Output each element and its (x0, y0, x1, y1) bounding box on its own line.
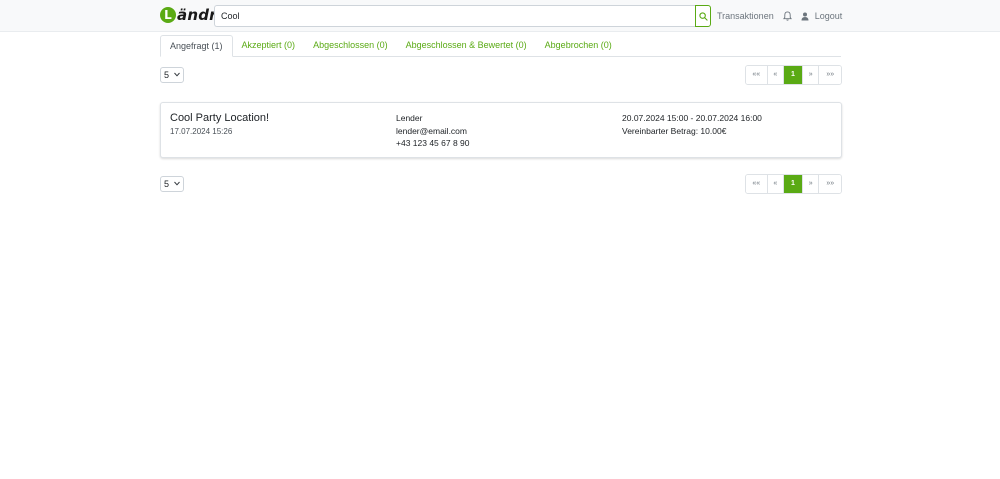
chevron-down-icon (174, 72, 180, 77)
pagination-prev-button[interactable]: « (767, 175, 785, 193)
nav-transactions-link[interactable]: Transaktionen (717, 11, 774, 21)
booking-period: 20.07.2024 15:00 - 20.07.2024 16:00 (622, 113, 762, 123)
page-size-value: 5 (164, 70, 170, 80)
page-size-select[interactable]: 5 (160, 67, 184, 83)
navbar: L ändr Transaktionen Logout (0, 0, 1000, 32)
logo[interactable]: L ändr (160, 6, 217, 24)
logo-text: ändr (177, 6, 217, 24)
pagination-next-button[interactable]: » (802, 175, 820, 193)
listing-title: Cool Party Location! (170, 112, 270, 124)
lender-phone: +43 123 45 67 8 90 (396, 138, 470, 148)
user-icon[interactable] (801, 12, 809, 21)
search-bar (214, 5, 711, 27)
logo-mark: L (160, 7, 176, 23)
transaction-card[interactable]: Cool Party Location! 17.07.2024 15:26 Le… (160, 102, 842, 158)
pagination-page-1[interactable]: 1 (784, 66, 803, 84)
tab-akzeptiert[interactable]: Akzeptiert (0) (233, 35, 305, 57)
pagination-first-button[interactable]: «« (746, 175, 768, 193)
lender-info: Lender lender@email.com +43 123 45 67 8 … (396, 112, 470, 150)
tab-abgeschlossen-bewertet[interactable]: Abgeschlossen & Bewertet (0) (397, 35, 536, 57)
nav-right: Transaktionen Logout (717, 8, 842, 24)
booking-info: 20.07.2024 15:00 - 20.07.2024 16:00 Vere… (622, 112, 762, 137)
pagination-top: «« « 1 » »» (745, 65, 842, 85)
logout-link[interactable]: Logout (815, 11, 843, 21)
status-tabs: Angefragt (1) Akzeptiert (0) Abgeschloss… (160, 35, 841, 57)
lender-name: Lender (396, 113, 423, 123)
pagination-first-button[interactable]: «« (746, 66, 768, 84)
page-size-select-bottom[interactable]: 5 (160, 176, 184, 192)
chevron-down-icon (174, 181, 180, 186)
search-button[interactable] (695, 5, 711, 27)
page-size-value: 5 (164, 179, 170, 189)
pagination-next-button[interactable]: » (802, 66, 820, 84)
bell-icon[interactable] (782, 11, 792, 21)
agreed-price: Vereinbarter Betrag: 10.00€ (622, 125, 727, 136)
tab-abgeschlossen[interactable]: Abgeschlossen (0) (304, 35, 397, 57)
request-date: 17.07.2024 15:26 (170, 127, 233, 136)
tab-abgebrochen[interactable]: Abgebrochen (0) (536, 35, 621, 57)
pagination-last-button[interactable]: »» (819, 175, 841, 193)
search-input[interactable] (214, 5, 695, 27)
tab-angefragt[interactable]: Angefragt (1) (160, 35, 233, 57)
pagination-prev-button[interactable]: « (767, 66, 785, 84)
pagination-last-button[interactable]: »» (819, 66, 841, 84)
pagination-bottom: «« « 1 » »» (745, 174, 842, 194)
lender-email: lender@email.com (396, 125, 467, 136)
pagination-page-1[interactable]: 1 (784, 175, 803, 193)
search-icon (698, 11, 708, 21)
